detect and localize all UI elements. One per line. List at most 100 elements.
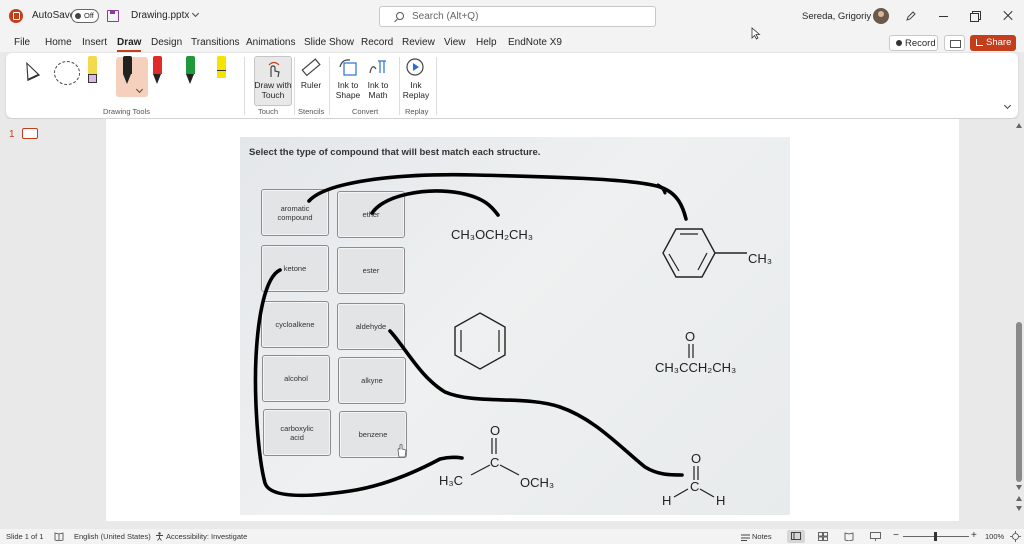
normal-view-button[interactable]	[787, 530, 805, 543]
separator	[244, 57, 245, 115]
language-status[interactable]: English (United States)	[74, 532, 151, 541]
share-label: Share	[986, 37, 1012, 48]
fit-to-window-icon[interactable]	[1010, 531, 1021, 542]
tab-insert[interactable]: Insert	[82, 37, 107, 48]
draw-with-touch-label: Draw with Touch	[249, 80, 297, 100]
mouse-pointer-icon	[751, 27, 761, 40]
ink-to-shape-line2: Shape	[335, 90, 361, 100]
record-button[interactable]: Record	[889, 35, 938, 51]
slide-info: Slide 1 of 1	[6, 532, 44, 541]
highlighter-tip	[88, 74, 97, 83]
tab-slide-show[interactable]: Slide Show	[304, 37, 354, 48]
select-cursor-icon[interactable]	[19, 58, 41, 82]
tab-help[interactable]: Help	[476, 37, 497, 48]
yellow-highlighter-icon[interactable]	[215, 56, 228, 86]
previous-slide-icon[interactable]	[1016, 496, 1022, 501]
ink-to-shape-icon[interactable]	[338, 57, 358, 77]
search-placeholder: Search (Alt+Q)	[412, 11, 479, 22]
ribbon-collapse-chevron-icon[interactable]	[1003, 101, 1012, 110]
touch-hand-icon	[268, 61, 280, 78]
search-box[interactable]: Search (Alt+Q)	[379, 6, 656, 27]
autosave-label: AutoSave	[32, 10, 76, 21]
group-convert: Convert	[352, 107, 379, 116]
ink-to-shape-button[interactable]: Ink to Shape	[334, 80, 362, 100]
ink-to-math-line2: Math	[368, 90, 388, 100]
tab-animations[interactable]: Animations	[246, 37, 295, 48]
reading-view-icon[interactable]	[844, 532, 854, 541]
slide-number: 1	[9, 129, 15, 140]
spelling-book-icon[interactable]	[54, 532, 64, 541]
green-pen-icon[interactable]	[184, 56, 197, 86]
tab-record[interactable]: Record	[361, 37, 393, 48]
accessibility-icon[interactable]	[155, 532, 164, 541]
tab-draw[interactable]: Draw	[117, 37, 142, 52]
red-pen-body	[153, 56, 162, 74]
highlighter-pen-icon[interactable]	[86, 56, 99, 86]
vertical-scrollbar[interactable]	[1015, 119, 1024, 529]
ink-to-math-icon[interactable]	[368, 57, 388, 77]
share-button[interactable]: Share	[970, 35, 1016, 51]
notes-icon[interactable]	[740, 533, 751, 541]
autosave-state: Off	[84, 11, 94, 20]
zoom-level[interactable]: 100%	[985, 532, 1004, 541]
separator	[329, 57, 330, 115]
ink-to-math-button[interactable]: Ink to Math	[364, 80, 392, 100]
accessibility-status[interactable]: Accessibility: Investigate	[166, 532, 247, 541]
file-name[interactable]: Drawing.pptx	[131, 9, 200, 21]
autosave-toggle[interactable]: Off	[71, 9, 99, 23]
separator	[399, 57, 400, 115]
file-name-text: Drawing.pptx	[131, 10, 190, 21]
tab-file[interactable]: File	[14, 37, 30, 48]
tab-endnote[interactable]: EndNote X9	[508, 37, 562, 48]
zoom-slider-thumb[interactable]	[934, 532, 937, 541]
zoom-in-icon[interactable]: +	[971, 530, 977, 541]
red-pen-icon[interactable]	[151, 56, 164, 86]
tab-view[interactable]: View	[444, 37, 466, 48]
black-pen-body	[123, 56, 132, 74]
group-touch: Touch	[258, 107, 279, 116]
record-dot-icon	[896, 40, 902, 46]
scroll-down-icon[interactable]	[1016, 485, 1022, 490]
scroll-up-icon[interactable]	[1016, 123, 1022, 128]
zoom-out-icon[interactable]: −	[893, 530, 899, 541]
chevron-down-icon	[192, 9, 200, 18]
ink-replay-button[interactable]: Ink Replay	[401, 80, 431, 100]
notes-button[interactable]: Notes	[752, 532, 772, 541]
highlighter-body	[88, 56, 97, 74]
green-pen-body	[186, 56, 195, 74]
draw-with-touch-line1: Draw with	[254, 80, 292, 90]
scrollbar-thumb[interactable]	[1016, 322, 1022, 482]
tab-design[interactable]: Design	[151, 37, 182, 48]
group-drawing-tools: Drawing Tools	[103, 107, 150, 116]
minimize-icon[interactable]	[936, 8, 952, 24]
restore-icon[interactable]	[967, 8, 983, 24]
ribbon: Drawing Tools Draw with Touch Touch Ruler…	[6, 53, 1018, 118]
record-label: Record	[905, 38, 936, 49]
group-replay: Replay	[405, 107, 429, 116]
menu-tabs: File Home Insert Draw Design Transitions…	[0, 32, 1024, 52]
slide-show-icon[interactable]	[870, 532, 881, 541]
avatar[interactable]	[873, 8, 889, 24]
ink-annotations[interactable]	[240, 137, 790, 515]
status-bar: Slide 1 of 1 English (United States) Acc…	[0, 529, 1024, 544]
ink-replay-icon[interactable]	[404, 56, 426, 78]
lasso-select-icon[interactable]	[54, 61, 80, 85]
user-name[interactable]: Sereda, Grigoriy A	[802, 11, 880, 22]
separator	[436, 57, 437, 115]
close-icon[interactable]	[1000, 8, 1016, 24]
comments-button[interactable]	[944, 35, 965, 51]
slide-thumbnail[interactable]	[22, 128, 38, 139]
black-pen-icon[interactable]	[121, 56, 134, 86]
yellow-highlighter-body	[217, 56, 226, 70]
next-slide-icon[interactable]	[1016, 506, 1022, 511]
slide-thumbnail-pane	[0, 119, 50, 529]
tab-review[interactable]: Review	[402, 37, 435, 48]
save-icon[interactable]	[107, 10, 119, 22]
ink-replay-line2: Replay	[402, 90, 430, 100]
ruler-button[interactable]: Ruler	[298, 80, 324, 90]
tab-transitions[interactable]: Transitions	[191, 37, 240, 48]
tab-home[interactable]: Home	[45, 37, 72, 48]
slide-sorter-icon[interactable]	[818, 532, 828, 541]
designer-pen-icon[interactable]	[905, 10, 917, 22]
ruler-icon[interactable]	[300, 57, 322, 79]
